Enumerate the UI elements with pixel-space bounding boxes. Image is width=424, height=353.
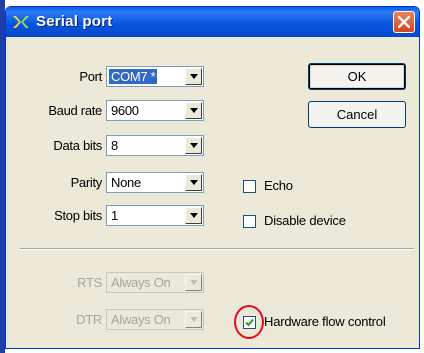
baud-rate-select[interactable]: 9600 [106,100,204,121]
rts-label: RTS [77,275,102,290]
chevron-down-icon [190,108,198,113]
data-bits-label: Data bits [53,138,102,153]
cancel-button[interactable]: Cancel [308,101,406,128]
window-title: Serial port [36,13,113,30]
parity-label: Parity [70,175,103,190]
chevron-down-icon [190,74,198,79]
chevron-down-icon [190,213,198,218]
serial-port-dialog: Serial port Port COM7 * Baud rate 9600 D… [5,6,420,349]
close-button[interactable] [393,11,415,33]
stop-bits-label: Stop bits [54,208,102,223]
separator [20,248,414,250]
close-icon [398,16,410,28]
dropdown-button[interactable] [185,137,202,154]
dropdown-button[interactable] [185,274,202,291]
dtr-select[interactable]: Always On [106,309,204,330]
ok-button[interactable]: OK [308,63,406,90]
rts-value: Always On [111,275,171,290]
parity-select[interactable]: None [106,172,204,193]
stop-bits-select[interactable]: 1 [106,205,204,226]
dropdown-button[interactable] [185,68,202,85]
highlight-circle [234,305,264,339]
dropdown-button[interactable] [185,207,202,224]
baud-rate-value: 9600 [111,103,139,118]
port-label: Port [79,69,102,84]
dropdown-button[interactable] [185,102,202,119]
rts-select[interactable]: Always On [106,272,204,293]
stop-bits-value: 1 [111,208,118,223]
chevron-down-icon [190,143,198,148]
chevron-down-icon [190,280,198,285]
data-bits-value: 8 [111,138,118,153]
dropdown-button[interactable] [185,174,202,191]
chevron-down-icon [190,180,198,185]
baud-rate-label: Baud rate [48,103,102,118]
dropdown-button[interactable] [185,311,202,328]
hardware-flow-control-label: Hardware flow control [264,314,386,329]
serial-port-app-icon [13,16,29,28]
disable-device-checkbox[interactable] [243,215,256,228]
echo-checkbox[interactable] [243,180,256,193]
title-bar[interactable]: Serial port [6,7,419,37]
echo-label: Echo [264,178,293,193]
data-bits-select[interactable]: 8 [106,135,204,156]
dtr-value: Always On [111,312,171,327]
port-value: COM7 * [109,69,158,84]
chevron-down-icon [190,317,198,322]
dtr-label: DTR [76,312,102,327]
parity-value: None [111,175,141,190]
disable-device-label: Disable device [264,213,346,228]
port-select[interactable]: COM7 * [106,66,204,87]
